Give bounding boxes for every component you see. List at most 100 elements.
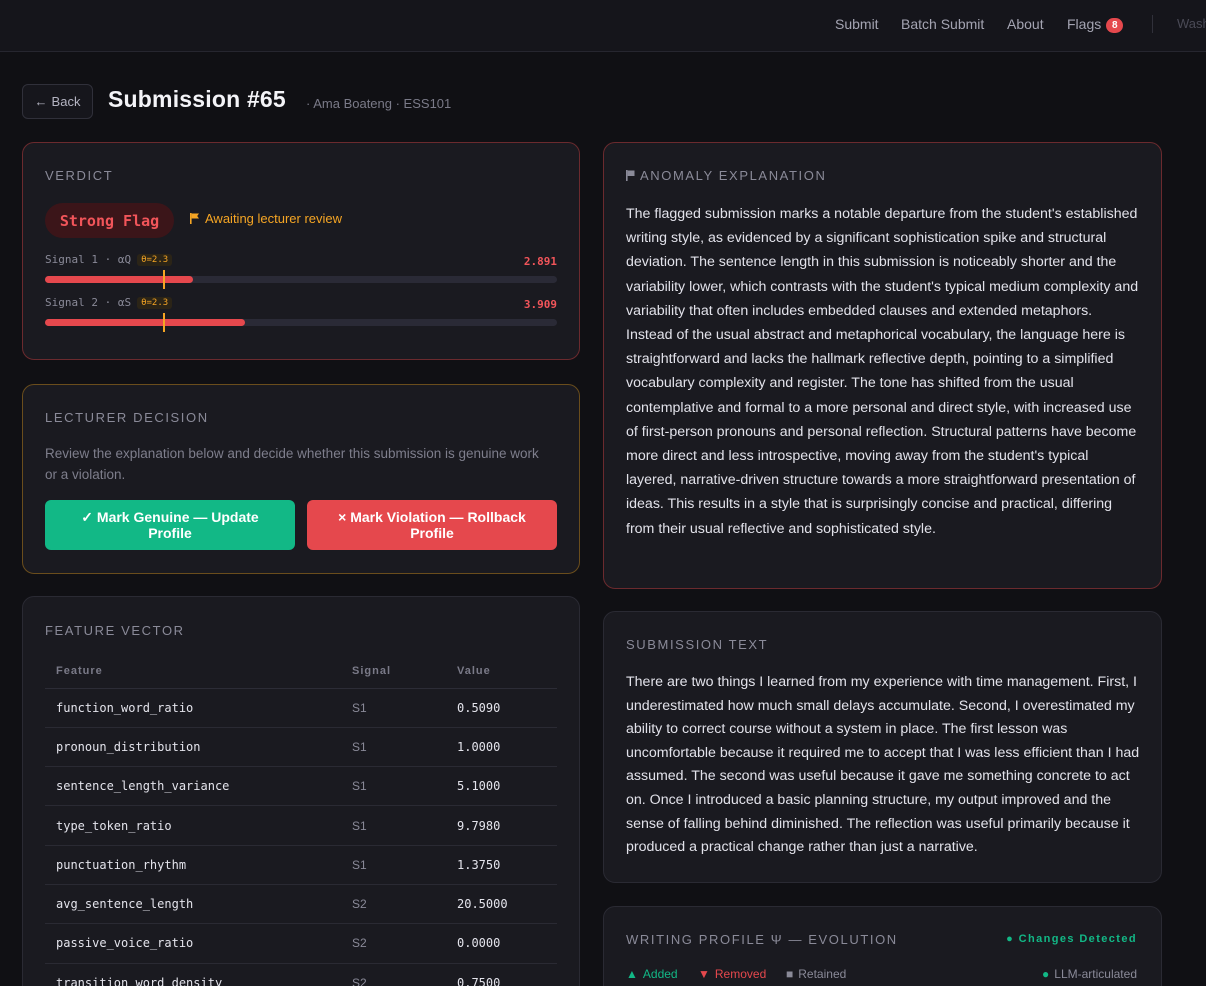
feature-vector-card: Feature Vector Feature Signal Value func… [22,596,580,986]
anomaly-heading: Anomaly Explanation [626,168,826,183]
flags-count-badge: 8 [1106,18,1124,33]
submission-text: There are two things I learned from my e… [626,674,1140,856]
table-row: pronoun_distribution S1 1.0000 [45,727,557,768]
signal-1-threshold-marker [162,270,165,289]
legend-added: ▲ Added [626,967,678,981]
submission-heading: Submission Text [626,637,769,652]
nav-divider [1152,15,1153,33]
writing-profile-heading: Writing Profile Ψ — Evolution [626,932,898,947]
column-header-signal: Signal [341,655,446,689]
feature-name-cell: type_token_ratio [45,805,341,846]
review-status-text: Awaiting lecturer review [205,211,343,226]
table-row: avg_sentence_length S2 20.5000 [45,884,557,925]
legend-removed: ▼ Removed [698,967,766,981]
signal-1-name: Signal 1 · αQ [45,253,132,266]
value-cell: 0.7500 [446,963,557,986]
back-button-label: Back [51,94,81,109]
feature-name-cell: function_word_ratio [45,688,341,728]
signal-cell: S2 [341,923,446,964]
table-row: function_word_ratio S1 0.5090 [45,688,557,728]
value-cell: 1.3750 [446,845,557,885]
submission-card: Submission Text There are two things I l… [603,611,1162,883]
top-nav: Submit Batch Submit About Flags 8 Wash [0,0,1206,52]
table-row: passive_voice_ratio S2 0.0000 [45,923,557,964]
page-subtitle: · Ama Boateng · ESS101 [306,96,452,111]
table-row: type_token_ratio S1 9.7980 [45,805,557,846]
table-row: transition_word_density S2 0.7500 [45,963,557,986]
mark-violation-button[interactable]: × Mark Violation — Rollback Profile [307,500,557,550]
column-header-value: Value [446,655,557,689]
signal-cell: S1 [341,845,446,885]
legend-llm-label: LLM-articulated [1054,967,1137,981]
decision-heading: Lecturer Decision [45,410,209,425]
signal-2-value: 3.909 [523,298,557,311]
nav-batch-submit[interactable]: Batch Submit [901,16,984,32]
value-cell: 20.5000 [446,884,557,925]
signal-cell: S1 [341,688,446,728]
signal-cell: S1 [341,805,446,846]
feature-vector-heading: Feature Vector [45,623,185,638]
verdict-card: Verdict Strong Flag Awaiting lecturer re… [22,142,580,360]
page-title: Submission #65 [108,86,286,112]
anomaly-card: Anomaly Explanation The flagged submissi… [603,142,1162,589]
nav-about[interactable]: About [1007,16,1044,32]
legend-llm: ● LLM-articulated [1042,967,1137,981]
signal-1-fill [45,276,194,283]
nav-user[interactable]: Wash [1177,16,1206,31]
arrow-left-icon: ← [34,94,48,109]
legend-retained: ■ Retained [786,967,846,981]
value-cell: 1.0000 [446,727,557,768]
changes-detected-badge: ● Changes Detected [1006,933,1137,945]
decision-card: Lecturer Decision Review the explanation… [22,384,580,574]
flag-icon [626,170,635,181]
anomaly-heading-text: Anomaly Explanation [640,168,827,183]
legend-added-label: Added [642,967,678,981]
feature-table: Feature Signal Value function_word_ratio… [45,655,557,986]
value-cell: 0.0000 [446,923,557,964]
value-cell: 0.5090 [446,688,557,728]
signal-cell: S1 [341,766,446,807]
table-row: sentence_length_variance S1 5.1000 [45,766,557,807]
square-icon: ■ [786,967,794,981]
value-cell: 5.1000 [446,766,557,807]
signal-1-threshold: θ=2.3 [137,254,173,266]
signal-2-label: Signal 2 · αS θ=2.3 [45,296,173,309]
feature-name-cell: passive_voice_ratio [45,923,341,964]
legend-retained-label: Retained [798,967,847,981]
signal-cell: S2 [341,884,446,925]
review-status: Awaiting lecturer review [190,211,342,226]
feature-name-cell: avg_sentence_length [45,884,341,925]
mark-genuine-button[interactable]: ✓ Mark Genuine — Update Profile [45,500,295,550]
signal-cell: S1 [341,727,446,768]
value-cell: 9.7980 [446,805,557,846]
feature-name-cell: pronoun_distribution [45,727,341,768]
signal-2-threshold: θ=2.3 [137,297,173,309]
signal-2-fill [45,319,245,326]
anomaly-text: The flagged submission marks a notable d… [626,206,1139,537]
writing-profile-card: Writing Profile Ψ — Evolution ● Changes … [603,906,1162,986]
feature-name-cell: transition_word_density [45,963,341,986]
triangle-up-icon: ▲ [626,967,638,981]
signal-1-value: 2.891 [523,255,557,268]
decision-description: Review the explanation below and decide … [45,446,539,482]
feature-name-cell: punctuation_rhythm [45,845,341,885]
signal-1-bar [45,270,557,289]
verdict-badge: Strong Flag [45,203,174,238]
signal-2-bar [45,313,557,332]
nav-submit[interactable]: Submit [835,16,879,32]
signal-cell: S2 [341,963,446,986]
nav-flags-label: Flags [1067,16,1102,32]
feature-name-cell: sentence_length_variance [45,766,341,807]
verdict-heading: Verdict [45,168,114,183]
signal-2-threshold-marker [162,313,165,332]
back-button[interactable]: ← Back [22,84,93,119]
signal-2-name: Signal 2 · αS [45,296,132,309]
triangle-down-icon: ▼ [698,967,710,981]
flag-icon [190,213,199,224]
feature-table-header: Feature Signal Value [45,655,557,689]
feature-table-body: function_word_ratio S1 0.5090 pronoun_distr… [45,688,557,986]
nav-flags[interactable]: Flags 8 [1067,16,1124,33]
legend-removed-label: Removed [714,967,767,981]
column-header-feature: Feature [45,655,341,689]
signal-1-label: Signal 1 · αQ θ=2.3 [45,253,173,266]
